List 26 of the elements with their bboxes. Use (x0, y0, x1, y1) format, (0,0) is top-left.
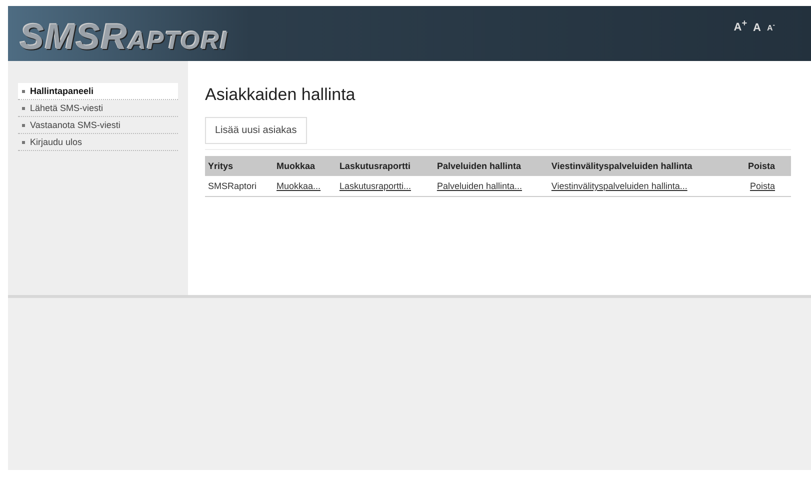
table-cell: SMSRaptori (208, 181, 257, 191)
column-header: Muokkaa (274, 156, 336, 176)
add-customer-button[interactable]: Lisää uusi asiakas (205, 117, 307, 144)
bullet-icon (22, 140, 25, 144)
sidebar-item[interactable]: Kirjaudu ulos (18, 134, 178, 151)
sidebar-item[interactable]: Hallintapaneeli (18, 83, 178, 100)
table-link[interactable]: Poista (750, 181, 775, 191)
column-header: Palveluiden hallinta (434, 156, 548, 176)
column-header: Poista (733, 156, 791, 176)
table-link[interactable]: Palveluiden hallinta... (436, 181, 522, 191)
column-header: Laskutusraportti (336, 156, 434, 176)
column-header: Viestinvälityspalveluiden hallinta (548, 156, 734, 176)
column-header: Yritys (205, 156, 274, 176)
bullet-icon (22, 106, 25, 110)
table-link[interactable]: Laskutusraportti... (339, 181, 411, 191)
logo: SMSRaptori (20, 16, 228, 58)
bullet-icon (22, 90, 25, 93)
font-size-link[interactable]: A (753, 22, 761, 34)
page-title: Asiakkaiden hallinta (205, 85, 356, 105)
font-size-link[interactable]: A$^{-}$ (767, 22, 775, 33)
sidebar-item[interactable]: Vastaanota SMS-viesti (18, 117, 178, 134)
sidebar-item[interactable]: Lähetä SMS-viesti (18, 100, 178, 117)
table-link[interactable]: Muokkaa... (276, 181, 321, 191)
bullet-icon (22, 124, 25, 127)
table-link[interactable]: Viestinvälityspalveluiden hallinta... (551, 181, 688, 191)
font-size-link[interactable]: A$^{+}$ (734, 18, 748, 34)
